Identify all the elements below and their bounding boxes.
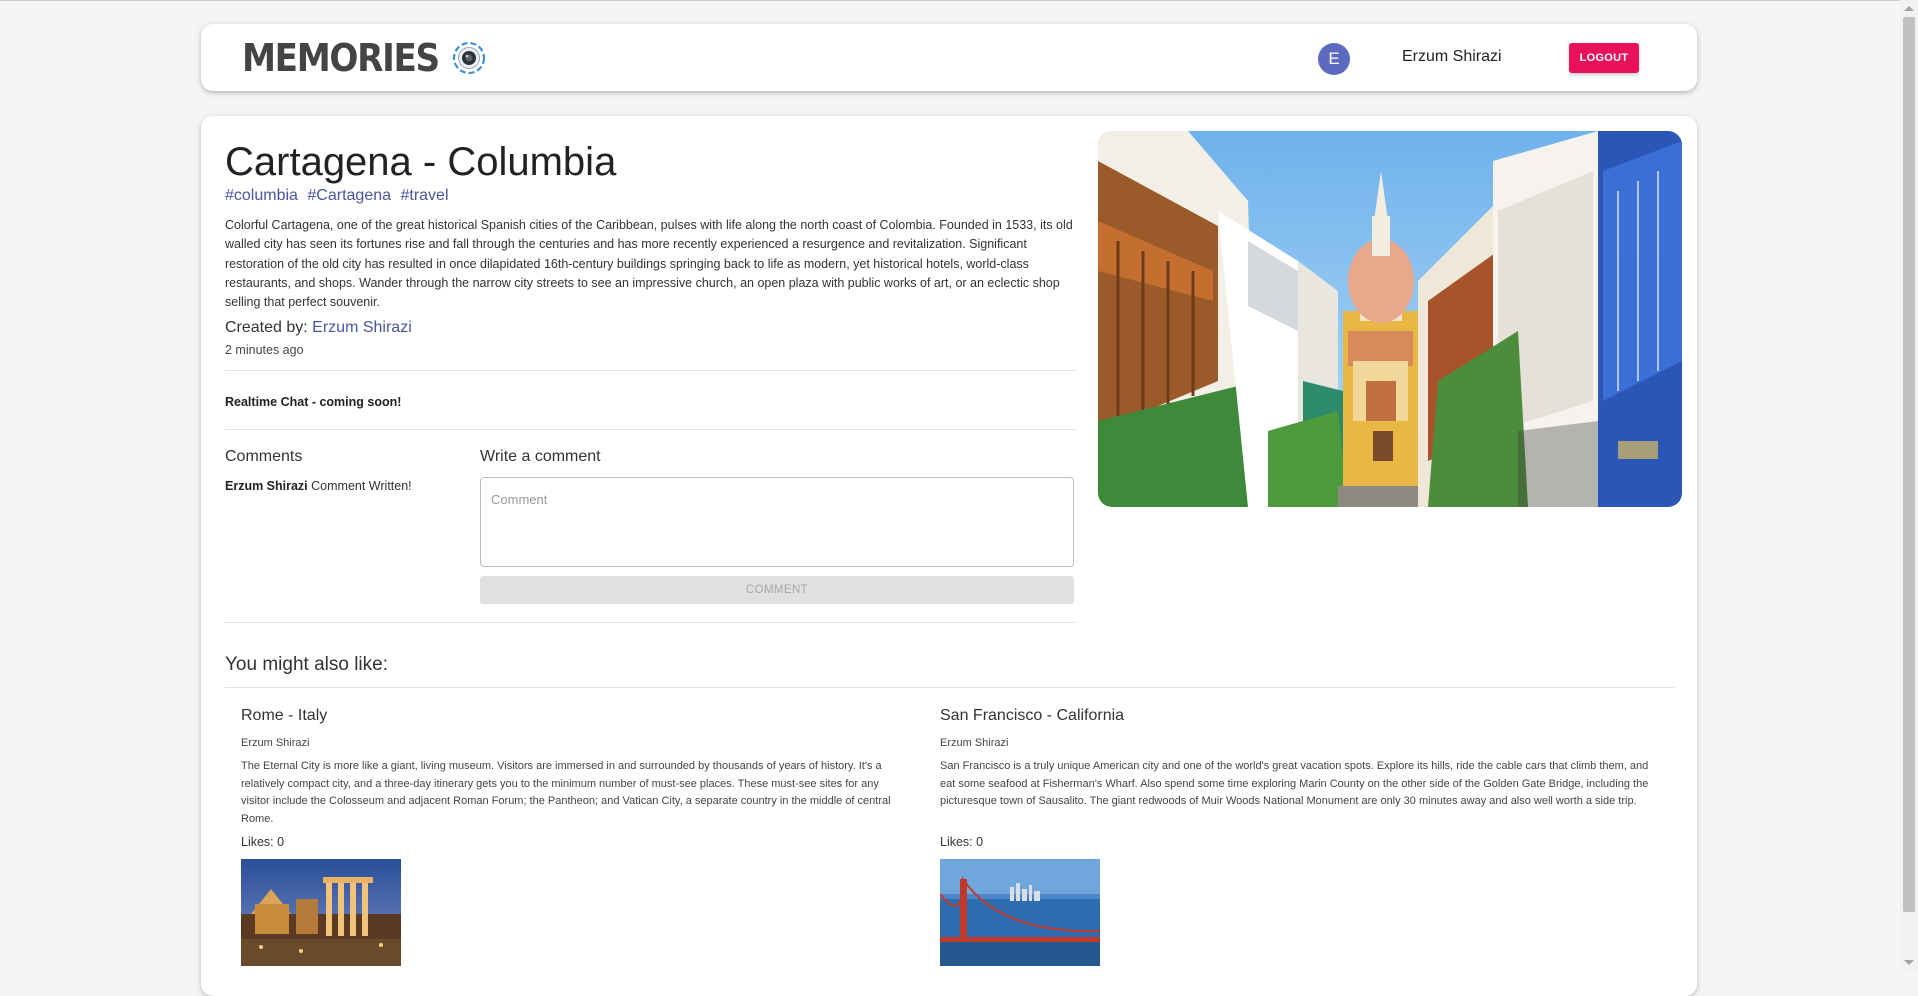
recommendation-description: San Francisco is a truly unique American… bbox=[940, 760, 1649, 808]
brand-title: MEMORIES bbox=[242, 36, 440, 80]
window-top-border bbox=[0, 0, 1918, 1]
comment-author: Erzum Shirazi bbox=[225, 479, 308, 493]
post-tags: #columbia #Cartagena #travel bbox=[225, 187, 454, 205]
cartagena-street-image bbox=[1098, 131, 1682, 507]
page-scrollbar[interactable] bbox=[1900, 0, 1918, 971]
app-bar: MEMORIES E Erzum Shirazi LOGOUT bbox=[201, 24, 1697, 91]
divider bbox=[225, 370, 1077, 371]
created-by: Created by: Erzum Shirazi bbox=[225, 319, 412, 337]
comment-input[interactable] bbox=[480, 477, 1074, 567]
recommendation-image bbox=[241, 859, 401, 966]
author-link[interactable]: Erzum Shirazi bbox=[312, 319, 412, 336]
golden-gate-image bbox=[940, 859, 1100, 966]
comment-button[interactable]: COMMENT bbox=[480, 576, 1074, 604]
recommendations-heading: You might also like: bbox=[225, 654, 389, 675]
divider bbox=[225, 429, 1077, 430]
rome-forum-image bbox=[241, 859, 401, 966]
post-card: Cartagena - Columbia #columbia #Cartagen… bbox=[201, 116, 1697, 996]
comment-text: Comment Written! bbox=[311, 479, 412, 493]
divider bbox=[225, 687, 1675, 688]
realtime-chat-notice: Realtime Chat - coming soon! bbox=[225, 395, 402, 409]
write-comment-heading: Write a comment bbox=[480, 448, 601, 465]
camera-lens-icon bbox=[452, 41, 485, 75]
recommendation-author: Erzum Shirazi bbox=[940, 737, 1009, 749]
created-by-label: Created by: bbox=[225, 319, 308, 336]
recommendation-likes: Likes: 0 bbox=[241, 835, 285, 849]
logout-button[interactable]: LOGOUT bbox=[1569, 43, 1639, 73]
comments-heading: Comments bbox=[225, 448, 303, 465]
brand[interactable]: MEMORIES bbox=[242, 38, 487, 78]
recommendation-author: Erzum Shirazi bbox=[241, 737, 310, 749]
divider bbox=[225, 622, 1077, 623]
scroll-down-arrow-icon[interactable] bbox=[1904, 960, 1914, 965]
post-description: Colorful Cartagena, one of the great his… bbox=[225, 218, 1073, 310]
tag: #travel bbox=[400, 187, 449, 204]
recommendation-image bbox=[940, 859, 1100, 966]
scroll-up-arrow-icon[interactable] bbox=[1904, 6, 1914, 11]
tag: #Cartagena bbox=[307, 187, 392, 204]
comment-item: Erzum Shirazi Comment Written! bbox=[225, 479, 412, 493]
post-image bbox=[1098, 131, 1682, 507]
user-name: Erzum Shirazi bbox=[1402, 48, 1502, 65]
recommendation-title: San Francisco - California bbox=[940, 707, 1125, 724]
scrollbar-thumb[interactable] bbox=[1903, 17, 1915, 912]
post-time: 2 minutes ago bbox=[225, 343, 304, 357]
recommendation-title: Rome - Italy bbox=[241, 707, 328, 724]
post-title: Cartagena - Columbia bbox=[225, 140, 617, 184]
recommendation-description: The Eternal City is more like a giant, l… bbox=[241, 760, 891, 825]
tag: #columbia bbox=[225, 187, 298, 204]
avatar[interactable]: E bbox=[1318, 43, 1350, 75]
recommendation-likes: Likes: 0 bbox=[940, 835, 984, 849]
